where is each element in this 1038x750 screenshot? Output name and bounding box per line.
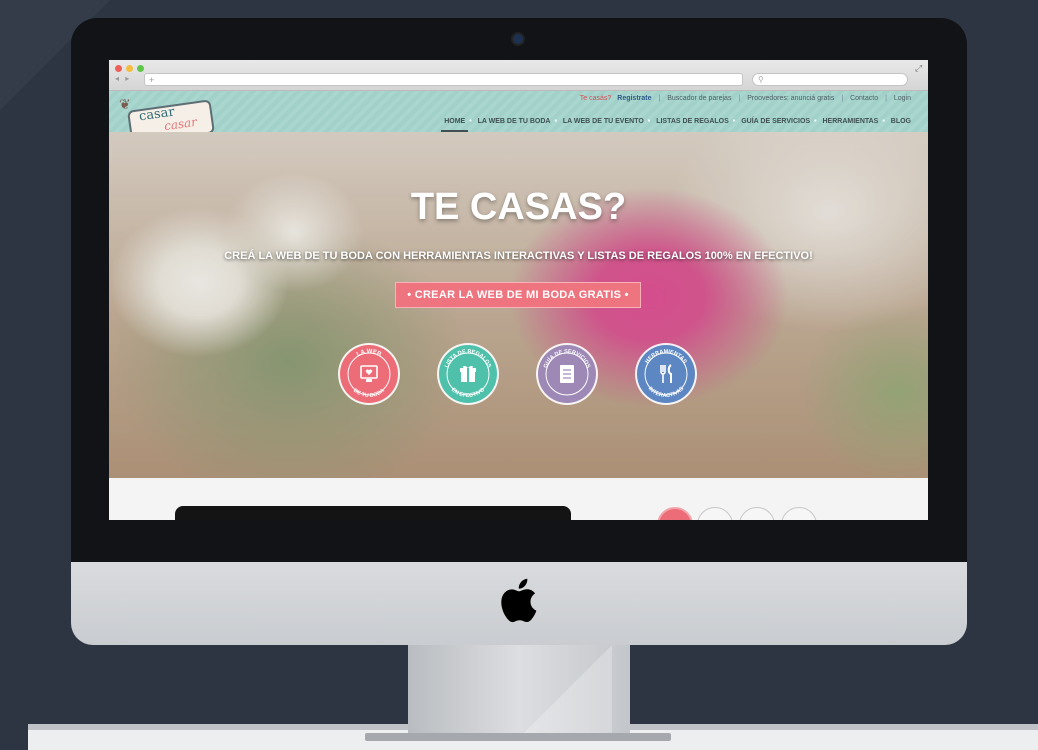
browser-search-input[interactable]: ⚲ <box>752 73 908 86</box>
browser-toolbar: ◂ ▸ + ⚲ ⤢ <box>109 60 928 91</box>
nav-bullet: • <box>732 118 736 125</box>
separator: | <box>841 95 844 102</box>
minimize-window-icon[interactable] <box>126 65 133 72</box>
link-login[interactable]: Login <box>894 95 911 102</box>
hero-section: TE CASAS? CREÁ LA WEB DE TU BODA CON HER… <box>109 132 928 478</box>
nav-home[interactable]: HOME <box>441 114 469 132</box>
laptop-mockup <box>175 506 571 520</box>
nav-web-evento[interactable]: LA WEB DE TU EVENTO <box>560 114 647 130</box>
fullscreen-icon[interactable]: ⤢ <box>915 63 922 74</box>
site-header: ❦ casar casar Te casás? Registrate | Busc… <box>109 91 928 145</box>
link-te-casas[interactable]: Te casás? <box>580 95 612 102</box>
nav-listas-regalos[interactable]: LISTAS DE REGALOS <box>653 114 732 130</box>
hero-title: TE CASAS? <box>410 186 627 228</box>
address-bar[interactable]: + <box>144 73 743 86</box>
imac-stand-foot <box>365 733 671 741</box>
nav-bullet: • <box>554 118 557 125</box>
main-navigation: HOME • LA WEB DE TU BODA • LA WEB DE TU EV… <box>441 114 914 132</box>
nav-bullet: • <box>647 118 651 125</box>
hero-subtitle: CREÁ LA WEB DE TU BODA CON HERRAMIENTAS … <box>224 250 813 262</box>
badge-lista-regalos[interactable]: LISTA DE REGALOS EN EFECTIVO <box>436 342 500 406</box>
top-links: Te casás? Registrate | Buscador de pareja… <box>577 95 914 102</box>
maximize-window-icon[interactable] <box>137 65 144 72</box>
close-window-icon[interactable] <box>115 65 122 72</box>
create-wedding-site-button[interactable]: • CREAR LA WEB DE MI BODA GRATIS • <box>395 282 641 308</box>
nav-web-boda[interactable]: LA WEB DE TU BODA <box>475 114 554 130</box>
nav-bullet: • <box>469 118 472 125</box>
link-registrate[interactable]: Registrate <box>617 95 651 102</box>
link-buscador-parejas[interactable]: Buscador de parejas <box>667 95 731 102</box>
camera-icon <box>513 34 523 44</box>
nav-guia-servicios[interactable]: GUÍA DE SERVICIOS <box>738 114 813 130</box>
nav-blog[interactable]: BLOG <box>888 114 914 130</box>
imac-screen: ◂ ▸ + ⚲ ⤢ ❦ casar casar Te casás? Registr… <box>109 60 928 520</box>
separator: | <box>658 95 661 102</box>
nav-herramientas[interactable]: HERRAMIENTAS <box>819 114 881 130</box>
back-forward-icon[interactable]: ◂ ▸ <box>115 74 131 83</box>
imac-stand-shadow <box>520 645 612 737</box>
separator: | <box>885 95 887 102</box>
nav-bullet: • <box>882 118 885 125</box>
link-proveedores[interactable]: Proovedores: anunciá gratis <box>747 95 834 102</box>
badge-herramientas[interactable]: HERRAMIENTAS INTERACTIVAS <box>634 342 698 406</box>
badge-guia-servicios[interactable]: GUÍA DE SERVICIOS <box>535 342 599 406</box>
badge-web-boda[interactable]: LA WEB DE TU BODA <box>337 342 401 406</box>
separator: | <box>738 95 741 102</box>
nav-bullet: • <box>814 118 817 125</box>
apple-logo-icon <box>496 576 538 624</box>
notebook-icon <box>560 365 574 383</box>
gift-icon <box>460 365 476 382</box>
link-contacto[interactable]: Contacto <box>850 95 878 102</box>
